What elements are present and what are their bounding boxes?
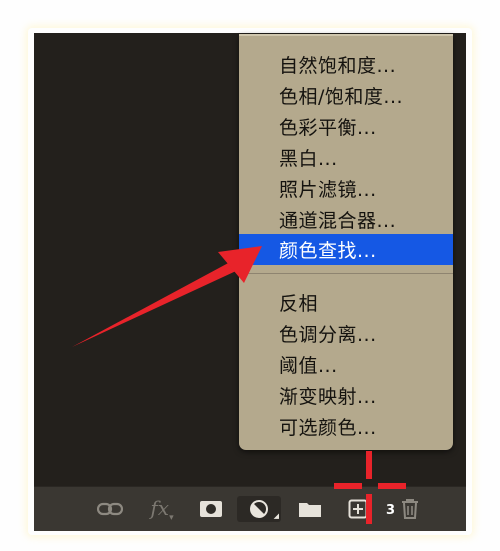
annotation-crosshair-icon — [334, 451, 406, 524]
